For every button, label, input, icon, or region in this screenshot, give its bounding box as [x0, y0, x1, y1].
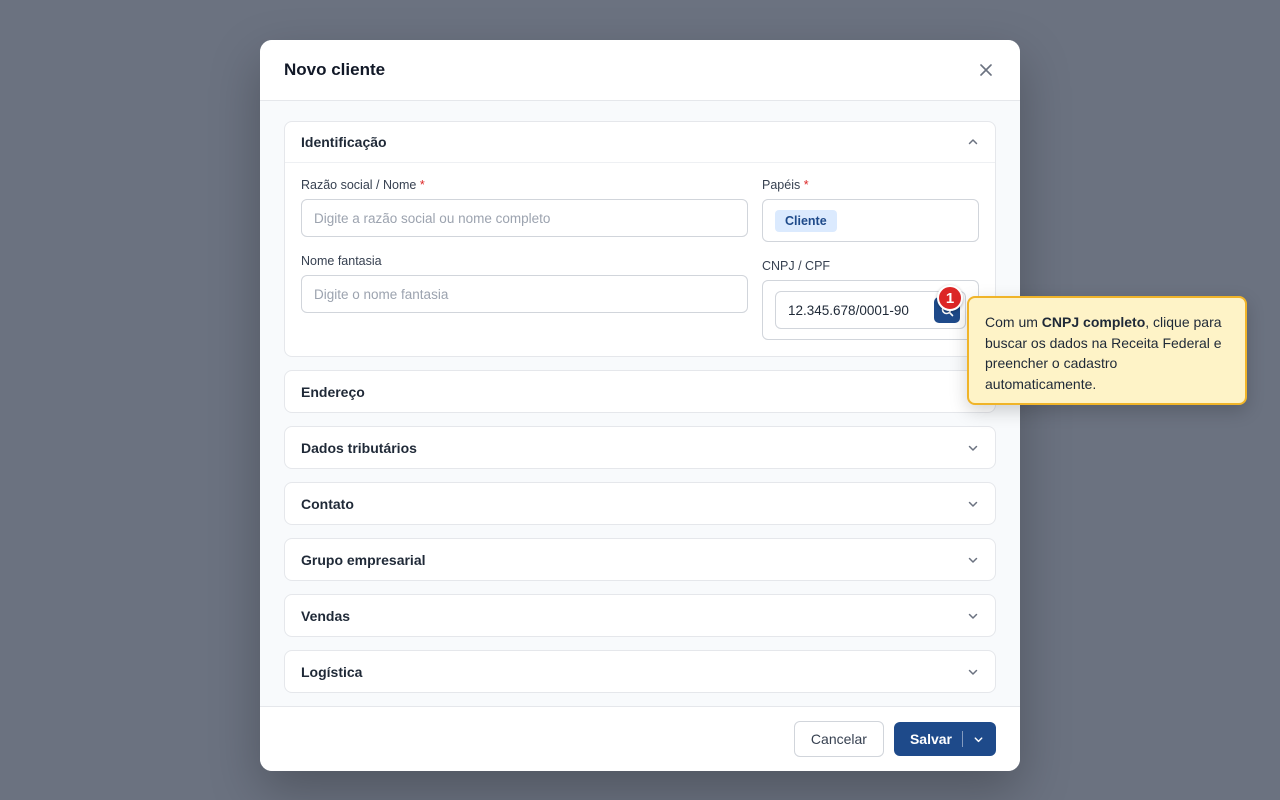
chevron-down-icon [968, 669, 978, 675]
chevron-down-icon [968, 557, 978, 563]
section-identificacao: Identificação Razão social / Nome * Nome… [284, 121, 996, 357]
chevron-down-icon [974, 736, 983, 742]
section-header-vendas[interactable]: Vendas [285, 595, 995, 636]
section-vendas[interactable]: Vendas [284, 594, 996, 637]
razao-field-group: Razão social / Nome * [301, 178, 748, 237]
section-content-identificacao: Razão social / Nome * Nome fantasia Papé… [285, 163, 995, 356]
section-grupo-empresarial[interactable]: Grupo empresarial [284, 538, 996, 581]
left-column: Razão social / Nome * Nome fantasia [301, 178, 748, 340]
fantasia-field-group: Nome fantasia [301, 254, 748, 313]
cnpj-value: 12.345.678/0001-90 [788, 302, 909, 318]
modal-title: Novo cliente [284, 60, 386, 79]
right-column: Papéis * Cliente CNPJ / CPF 12.345.678/0… [762, 178, 979, 340]
papeis-select[interactable]: Cliente [762, 199, 979, 242]
chevron-down-icon [968, 613, 978, 619]
modal-body: Identificação Razão social / Nome * Nome… [260, 101, 1020, 706]
section-contato[interactable]: Contato [284, 482, 996, 525]
fantasia-label: Nome fantasia [301, 254, 382, 268]
section-dados-tributarios[interactable]: Dados tributários [284, 426, 996, 469]
section-header-logistica[interactable]: Logística [285, 651, 995, 692]
cnpj-field-group: CNPJ / CPF 12.345.678/0001-90 1 [762, 259, 979, 340]
tooltip-text-before: Com um [985, 314, 1042, 330]
razao-social-input[interactable] [301, 199, 748, 237]
section-title: Contato [301, 495, 354, 512]
papeis-label: Papéis * [762, 178, 809, 192]
save-options-button[interactable] [963, 734, 996, 745]
section-logistica[interactable]: Logística [284, 650, 996, 693]
section-header-contato[interactable]: Contato [285, 483, 995, 524]
section-title: Endereço [301, 383, 365, 400]
close-icon [980, 64, 992, 76]
cnpj-highlight-box: 12.345.678/0001-90 1 [762, 280, 979, 340]
papeis-field-group: Papéis * Cliente [762, 178, 979, 242]
section-endereco[interactable]: Endereço [284, 370, 996, 413]
role-chip-cliente[interactable]: Cliente [775, 209, 837, 232]
tour-tooltip: Com um CNPJ completo, clique para buscar… [967, 296, 1247, 405]
section-header-dados-tributarios[interactable]: Dados tributários [285, 427, 995, 468]
section-header-identificacao[interactable]: Identificação [285, 122, 995, 163]
nome-fantasia-input[interactable] [301, 275, 748, 313]
razao-label: Razão social / Nome * [301, 178, 425, 192]
modal-footer: Cancelar Salvar [260, 706, 1020, 771]
chevron-down-icon [968, 501, 978, 507]
modal-header: Novo cliente [260, 40, 1020, 101]
close-button[interactable] [974, 58, 998, 82]
cancel-button[interactable]: Cancelar [793, 721, 884, 757]
section-title: Logística [301, 663, 363, 680]
tour-step-badge: 1 [937, 285, 963, 311]
required-mark: * [419, 178, 425, 192]
section-title: Dados tributários [301, 439, 417, 456]
tooltip-text-bold: CNPJ completo [1041, 314, 1146, 330]
save-button[interactable]: Salvar [894, 731, 962, 747]
section-title: Vendas [301, 607, 351, 624]
chevron-up-icon [968, 139, 978, 145]
section-header-grupo-empresarial[interactable]: Grupo empresarial [285, 539, 995, 580]
required-mark: * [803, 178, 809, 192]
chevron-down-icon [968, 445, 978, 451]
section-title: Identificação [301, 134, 387, 150]
section-title: Grupo empresarial [301, 551, 426, 568]
save-split-button: Salvar [893, 722, 996, 756]
new-client-modal: Novo cliente Identificação Razão social … [260, 40, 1020, 771]
cnpj-label: CNPJ / CPF [762, 259, 831, 273]
section-header-endereco[interactable]: Endereço [285, 371, 995, 412]
